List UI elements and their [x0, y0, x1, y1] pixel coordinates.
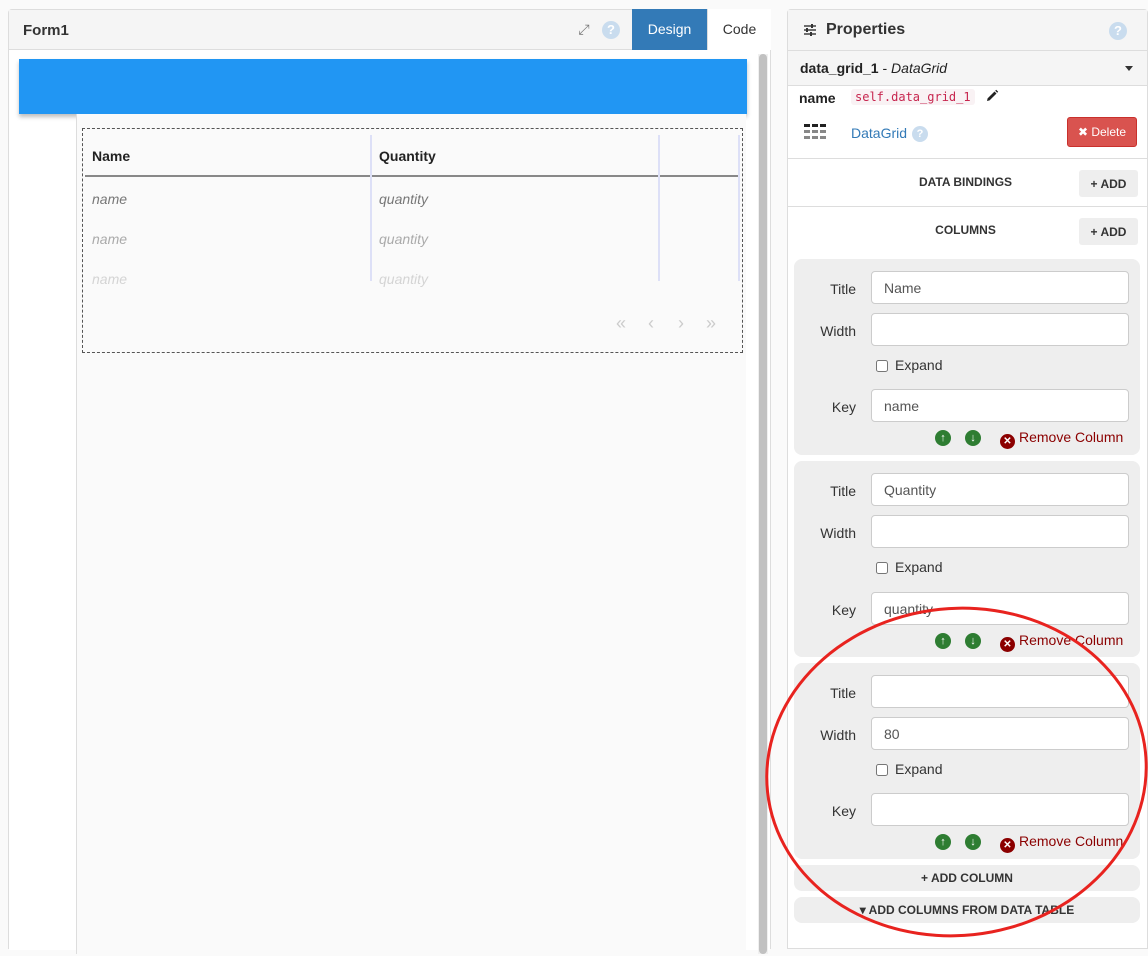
move-up-icon[interactable]: ↑ [935, 834, 951, 850]
grid-cell: quantity [379, 231, 429, 247]
pencil-icon[interactable] [985, 89, 999, 103]
move-up-icon[interactable]: ↑ [935, 633, 951, 649]
caret-down-icon[interactable] [1125, 66, 1133, 71]
column-key-input[interactable] [871, 793, 1129, 826]
datagrid-component[interactable]: Name Quantity name quantity name quantit… [82, 128, 743, 353]
column-title-input[interactable] [871, 271, 1129, 304]
key-label: Key [831, 399, 856, 415]
expand-checkbox[interactable] [876, 562, 888, 574]
help-icon[interactable]: ? [912, 126, 928, 142]
add-column-header-button[interactable]: + ADD [1079, 218, 1138, 245]
add-column-button[interactable]: + ADD COLUMN [794, 865, 1140, 891]
data-bindings-section: DATA BINDINGS + ADD [788, 159, 1147, 207]
form-header-bar[interactable] [19, 59, 747, 114]
move-down-icon[interactable]: ↓ [965, 834, 981, 850]
remove-column-label: Remove Column [1019, 632, 1124, 648]
remove-column-button[interactable]: ✕ Remove Column [1000, 833, 1123, 853]
form-header: Form1 ⤢ ? Design Code [9, 9, 771, 50]
expand-arrows-icon[interactable]: ⤢ [575, 20, 593, 38]
key-label: Key [831, 602, 856, 618]
column-key-input[interactable] [871, 389, 1129, 422]
scrollbar-thumb[interactable] [759, 54, 767, 954]
width-label: Width [820, 525, 856, 541]
name-row: name self.data_grid_1 [788, 86, 1147, 116]
column-title-input[interactable] [871, 675, 1129, 708]
delete-button[interactable]: ✖ Delete [1067, 117, 1137, 147]
remove-circle-icon: ✕ [1000, 637, 1015, 652]
remove-circle-icon: ✕ [1000, 838, 1015, 853]
name-label: name [799, 90, 836, 106]
properties-header: Properties ? [788, 10, 1147, 51]
remove-column-button[interactable]: ✕ Remove Column [1000, 429, 1123, 449]
component-separator: - [878, 60, 892, 76]
column-card: Title Width Expand Key ↑ ↓ ✕ Remove Colum… [794, 461, 1140, 657]
properties-panel: Properties ? data_grid_1 - DataGrid name… [787, 9, 1148, 949]
help-icon[interactable]: ? [1109, 22, 1127, 40]
move-down-icon[interactable]: ↓ [965, 633, 981, 649]
add-data-binding-button[interactable]: + ADD [1079, 170, 1138, 197]
tab-design[interactable]: Design [632, 9, 707, 50]
expand-checkbox[interactable] [876, 360, 888, 372]
datagrid-docs-link[interactable]: DataGrid [851, 125, 907, 141]
column-card: Title Width Expand Key ↑ ↓ ✕ Remove Colum… [794, 663, 1140, 859]
expand-label: Expand [895, 559, 943, 575]
expand-label: Expand [895, 761, 943, 777]
tab-code[interactable]: Code [707, 9, 771, 50]
design-canvas: Name Quantity name quantity name quantit… [9, 50, 770, 954]
prev-page-icon[interactable]: ‹ [636, 313, 666, 334]
title-label: Title [830, 281, 856, 297]
column-width-input[interactable] [871, 515, 1129, 548]
grid-header-quantity: Quantity [379, 148, 436, 164]
width-label: Width [820, 323, 856, 339]
key-label: Key [831, 803, 856, 819]
component-type: DataGrid [891, 60, 948, 76]
component-type-row: DataGrid ? ✖ Delete [788, 116, 1147, 159]
grid-cell: name [92, 231, 128, 247]
sliders-icon [804, 24, 816, 36]
column-key-input[interactable] [871, 592, 1129, 625]
remove-column-label: Remove Column [1019, 833, 1124, 849]
column-card: Title Width Expand Key ↑ ↓ ✕ Remove Colum… [794, 259, 1140, 455]
form-title: Form1 [23, 22, 69, 39]
help-icon[interactable]: ? [602, 21, 620, 39]
expand-label: Expand [895, 357, 943, 373]
form-body: Name Quantity name quantity name quantit… [76, 114, 746, 954]
grid-cell: quantity [379, 191, 429, 207]
datagrid-type-icon [804, 124, 826, 139]
expand-checkbox[interactable] [876, 764, 888, 776]
component-name-label: data_grid_1 - DataGrid [800, 60, 947, 76]
column-title-input[interactable] [871, 473, 1129, 506]
columns-section: COLUMNS + ADD [788, 207, 1147, 259]
move-down-icon[interactable]: ↓ [965, 430, 981, 446]
grid-header-name: Name [92, 148, 131, 164]
canvas-scrollbar[interactable] [758, 54, 768, 954]
column-width-input[interactable] [871, 313, 1129, 346]
grid-cell: name [92, 271, 128, 287]
grid-header-row: Name Quantity [85, 135, 740, 177]
name-value[interactable]: self.data_grid_1 [851, 89, 975, 105]
remove-circle-icon: ✕ [1000, 434, 1015, 449]
remove-column-button[interactable]: ✕ Remove Column [1000, 632, 1123, 652]
grid-cell: name [92, 191, 128, 207]
grid-cell: quantity [379, 271, 429, 287]
move-up-icon[interactable]: ↑ [935, 430, 951, 446]
form-designer-panel: Form1 ⤢ ? Design Code Name Quantity name… [8, 9, 771, 954]
component-name: data_grid_1 [800, 60, 879, 76]
title-label: Title [830, 483, 856, 499]
last-page-icon[interactable]: » [696, 313, 726, 334]
grid-row: name quantity [85, 259, 740, 299]
add-columns-from-table-button[interactable]: ▾ ADD COLUMNS FROM DATA TABLE [794, 897, 1140, 923]
first-page-icon[interactable]: « [606, 313, 636, 334]
component-selector[interactable]: data_grid_1 - DataGrid [788, 51, 1147, 86]
next-page-icon[interactable]: › [666, 313, 696, 334]
column-width-input[interactable] [871, 717, 1129, 750]
title-label: Title [830, 685, 856, 701]
grid-row: name quantity [85, 219, 740, 259]
grid-pager: «‹ ›» [606, 313, 726, 334]
grid-row: name quantity [85, 179, 740, 219]
properties-title: Properties [826, 21, 906, 38]
width-label: Width [820, 727, 856, 743]
remove-column-label: Remove Column [1019, 429, 1124, 445]
